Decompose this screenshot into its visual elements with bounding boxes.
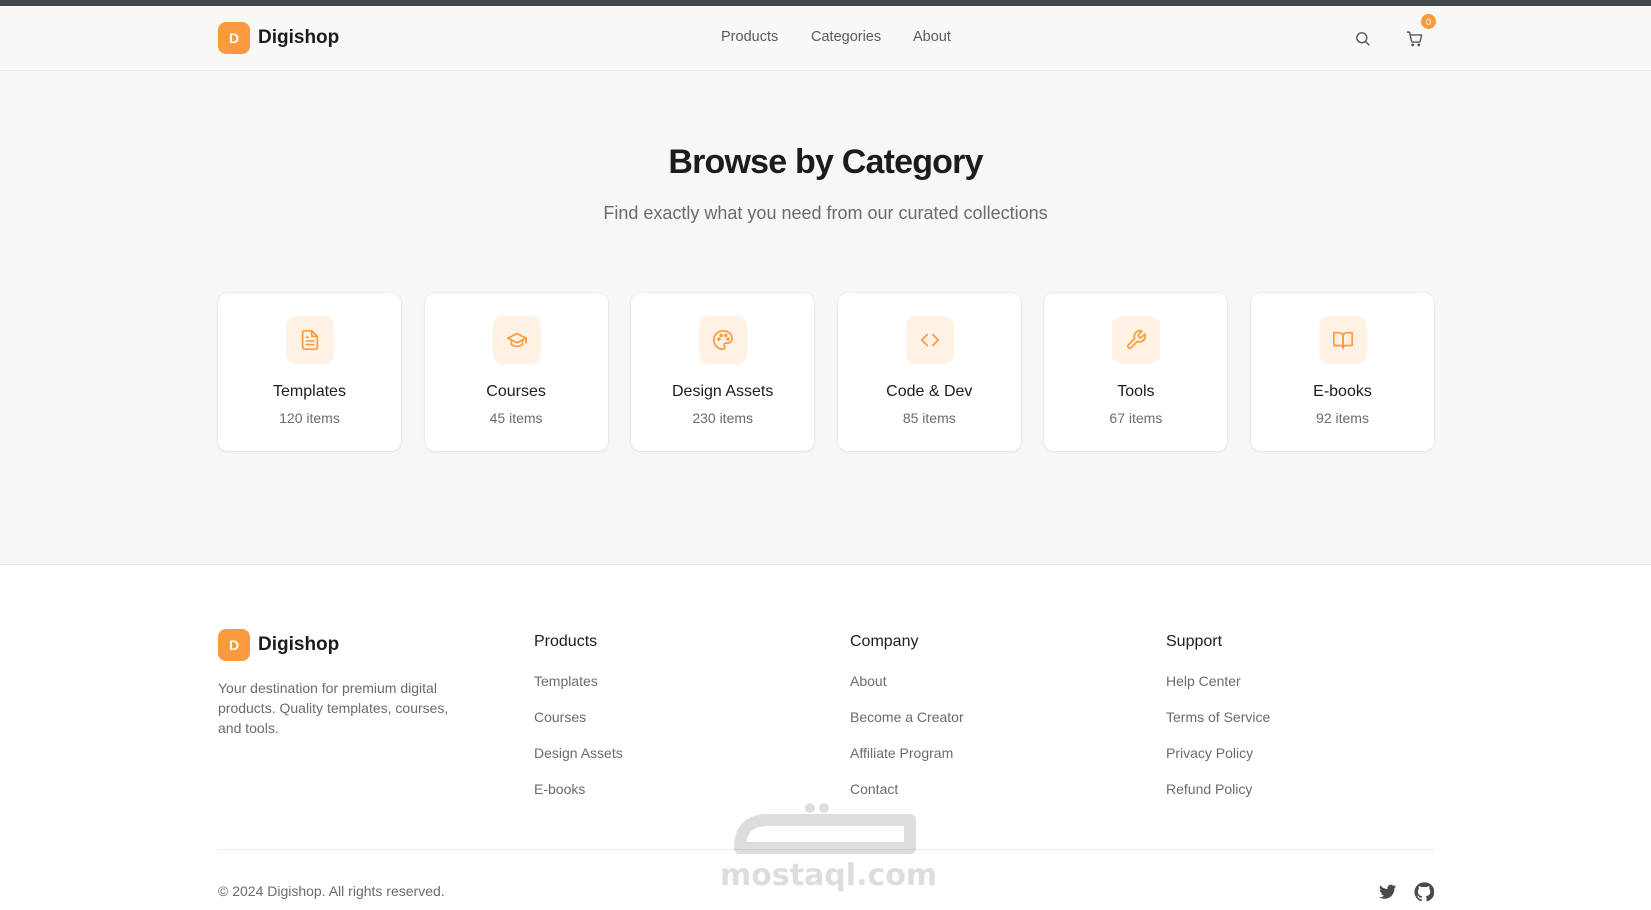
code-icon [905,316,954,364]
github-icon[interactable] [1413,881,1435,903]
footer-column-products: Products Templates Courses Design Assets… [534,633,623,816]
category-card-templates[interactable]: Templates 120 items [218,293,401,451]
site-header: D Digishop Products Categories About 0 [0,6,1651,71]
footer-link[interactable]: About [850,672,964,708]
wrench-icon [1112,316,1161,364]
site-footer: D Digishop Your destination for premium … [0,564,1651,910]
footer-column-title: Support [1166,633,1223,650]
category-name: Courses [486,383,546,400]
category-count: 120 items [279,410,340,426]
footer-description: Your destination for premium digital pro… [218,680,449,736]
footer-column-company: Company About Become a Creator Affiliate… [850,633,964,816]
nav-products[interactable]: Products [721,29,778,45]
nav-about[interactable]: About [913,29,951,45]
brand-name: Digishop [258,27,340,48]
cart-icon[interactable] [1402,26,1426,50]
category-count: 67 items [1109,410,1163,426]
search-icon[interactable] [1350,26,1374,50]
category-name: Code & Dev [886,383,973,400]
footer-link[interactable]: Templates [534,672,623,708]
cart-count-badge: 0 [1421,14,1436,29]
footer-link[interactable]: E-books [534,780,623,816]
category-name: E-books [1313,383,1372,400]
footer-link[interactable]: Become a Creator [850,708,964,744]
footer-link[interactable]: Design Assets [534,744,623,780]
brand-name: Digishop [258,634,340,655]
category-name: Design Assets [671,383,774,400]
footer-column-title: Company [850,633,919,650]
category-card-ebooks[interactable]: E-books 92 items [1251,293,1434,451]
page-subtitle: Find exactly what you need from our cura… [603,203,1048,223]
graduation-cap-icon [492,316,541,364]
category-grid: Templates 120 items Courses 45 items Des… [218,293,1434,451]
category-card-design-assets[interactable]: Design Assets 230 items [631,293,815,451]
footer-column-title: Products [534,633,598,650]
category-count: 92 items [1316,410,1369,426]
footer-link[interactable]: Terms of Service [1166,708,1270,744]
category-count: 45 items [489,410,543,426]
nav-categories[interactable]: Categories [811,29,881,45]
page-title: Browse by Category [668,143,983,181]
brand-logo[interactable]: D Digishop [218,22,339,54]
document-icon [286,316,334,364]
category-count: 230 items [692,410,754,426]
category-name: Tools [1117,383,1155,400]
twitter-icon[interactable] [1377,881,1399,903]
footer-link[interactable]: Courses [534,708,623,744]
category-card-tools[interactable]: Tools 67 items [1044,293,1228,451]
category-count: 85 items [902,410,956,426]
logo-mark: D [218,629,250,661]
category-card-courses[interactable]: Courses 45 items [424,293,608,451]
footer-link[interactable]: Affiliate Program [850,744,964,780]
footer-link[interactable]: Privacy Policy [1166,744,1270,780]
footer-logo[interactable]: D Digishop [218,629,339,661]
book-open-icon [1319,316,1367,364]
footer-column-support: Support Help Center Terms of Service Pri… [1166,633,1270,816]
footer-link[interactable]: Refund Policy [1166,780,1270,816]
footer-divider [218,849,1434,850]
logo-mark: D [218,22,250,54]
footer-link[interactable]: Contact [850,780,964,816]
footer-link[interactable]: Help Center [1166,672,1270,708]
category-name: Templates [273,383,346,400]
copyright-text: © 2024 Digishop. All rights reserved. [218,883,445,899]
palette-icon [699,316,748,364]
category-card-code-dev[interactable]: Code & Dev 85 items [837,293,1021,451]
